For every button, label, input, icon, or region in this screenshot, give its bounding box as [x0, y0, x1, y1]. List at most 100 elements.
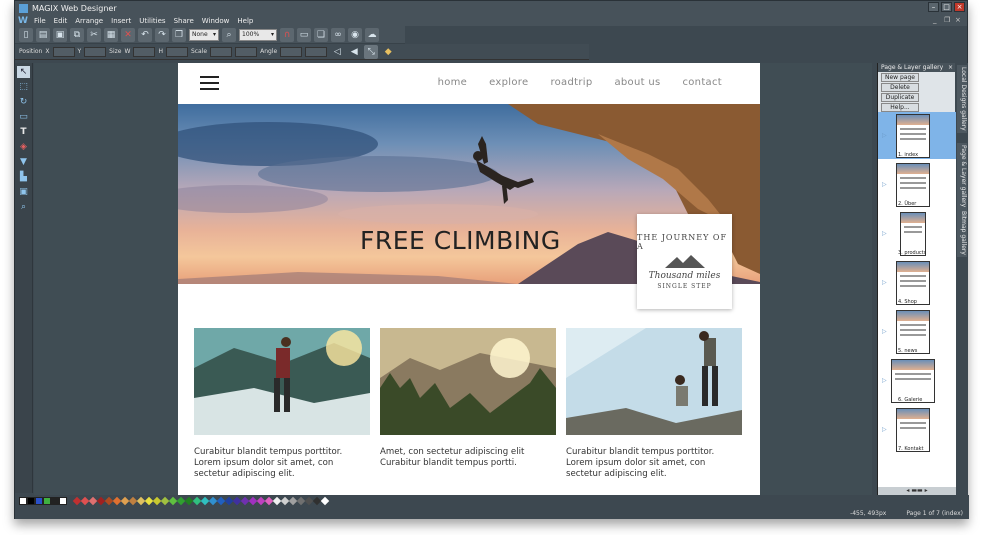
duplicate-icon[interactable]: ❐	[172, 27, 186, 42]
quality-select[interactable]: None ▾	[189, 28, 219, 41]
page-thumb-7[interactable]: ▷ 7. Kontakt	[878, 406, 956, 453]
x-field[interactable]	[52, 46, 75, 57]
tab-bitmap[interactable]: Bitmap gallery	[957, 209, 967, 257]
scale-w-field[interactable]	[210, 46, 233, 57]
nav-link-explore[interactable]: explore	[489, 77, 528, 88]
preview-icon[interactable]: ◉	[348, 27, 362, 42]
menu-insert[interactable]: Insert	[111, 17, 131, 25]
open-icon[interactable]: ▤	[36, 27, 50, 42]
gallery-close-icon[interactable]: ×	[948, 64, 953, 71]
link-icon[interactable]: ∞	[331, 27, 345, 42]
zoom-select[interactable]: 100% ▾	[239, 28, 277, 41]
y-field[interactable]	[84, 46, 107, 57]
color-palette[interactable]	[19, 496, 330, 506]
expand-arrow-icon[interactable]: ▷	[882, 426, 887, 433]
content-card-1[interactable]: Curabitur blandit tempus porttitor. Lore…	[194, 328, 370, 480]
tag-icon[interactable]: ◆	[381, 45, 395, 59]
magnet-icon[interactable]: ∩	[280, 27, 294, 42]
swatch-dark[interactable]	[51, 497, 59, 505]
page-thumb-4[interactable]: ▷ 4. Shop	[878, 259, 956, 306]
hero-title[interactable]: FREE CLIMBING	[360, 226, 561, 255]
zoom-tool-icon[interactable]: ⌕	[17, 201, 30, 213]
angle-field[interactable]	[280, 46, 303, 57]
expand-arrow-icon[interactable]: ▷	[882, 132, 887, 139]
scale-h-field[interactable]	[235, 46, 258, 57]
minimize-button[interactable]: –	[928, 2, 939, 12]
delete-page-button[interactable]: Delete	[881, 83, 919, 92]
doc-restore-icon[interactable]: ❐	[944, 16, 952, 24]
duplicate-page-button[interactable]: Duplicate	[881, 93, 919, 102]
delete-icon[interactable]: ✕	[121, 27, 135, 42]
y-label: Y	[77, 48, 82, 55]
swatch-green[interactable]	[43, 497, 51, 505]
cut-icon[interactable]: ✂	[87, 27, 101, 42]
menu-window[interactable]: Window	[202, 17, 230, 25]
web-page-canvas[interactable]: home explore roadtrip about us contact F…	[178, 63, 760, 495]
nav-link-roadtrip[interactable]: roadtrip	[550, 77, 592, 88]
nav-link-about-us[interactable]: about us	[614, 77, 660, 88]
undo-icon[interactable]: ↶	[138, 27, 152, 42]
page-thumb-3[interactable]: ▷ 3. products	[878, 210, 956, 257]
expand-arrow-icon[interactable]: ▷	[882, 230, 887, 237]
paste-icon[interactable]: ▦	[104, 27, 118, 42]
nav-link-contact[interactable]: contact	[682, 77, 722, 88]
flip-vertical-icon[interactable]: ◀	[347, 45, 361, 59]
skew-field[interactable]	[305, 46, 328, 57]
menu-arrange[interactable]: Arrange	[75, 17, 103, 25]
doc-minimize-icon[interactable]: _	[933, 16, 941, 24]
new-page-button[interactable]: New page	[881, 73, 919, 82]
width-field[interactable]	[133, 46, 156, 57]
no-color-swatch[interactable]	[19, 497, 27, 505]
page-settings-icon[interactable]: ▭	[297, 27, 311, 42]
new-document-icon[interactable]: ▯	[19, 27, 33, 42]
journey-badge[interactable]: THE JOURNEY OF A Thousand miles SINGLE S…	[637, 214, 732, 309]
content-card-3[interactable]: Curabitur blandit tempus porttitor. Lore…	[566, 328, 742, 480]
rotate-tool-icon[interactable]: ↻	[17, 96, 30, 108]
page-thumb-2[interactable]: ▷ 2. Über	[878, 161, 956, 208]
content-card-2[interactable]: Amet, con sectetur adipiscing elit Curab…	[380, 328, 556, 469]
close-button[interactable]: ×	[954, 2, 965, 12]
expand-arrow-icon[interactable]: ▷	[882, 328, 887, 335]
redo-icon[interactable]: ↷	[155, 27, 169, 42]
maximize-button[interactable]: □	[941, 2, 952, 12]
expand-arrow-icon[interactable]: ▷	[882, 377, 887, 384]
page-thumb-1[interactable]: ▷ 1. index	[878, 112, 956, 159]
photo-tool-icon[interactable]: ▣	[17, 186, 30, 198]
title-bar: MAGIX Web Designer – □ ×	[15, 1, 967, 15]
shadow-tool-icon[interactable]: ▙	[17, 171, 30, 183]
layers-icon[interactable]: ❏	[314, 27, 328, 42]
fill-tool-icon[interactable]: ◈	[17, 141, 30, 153]
menu-share[interactable]: Share	[174, 17, 194, 25]
transform-tool-icon[interactable]: ⬚	[17, 81, 30, 93]
menu-file[interactable]: File	[34, 17, 46, 25]
doc-close-icon[interactable]: ×	[955, 16, 963, 24]
swatch-white[interactable]	[59, 497, 67, 505]
publish-icon[interactable]: ☁	[365, 27, 379, 42]
selector-tool-icon[interactable]: ↖	[17, 66, 30, 78]
text-tool-icon[interactable]: T	[17, 126, 30, 138]
height-field[interactable]	[165, 46, 188, 57]
menu-edit[interactable]: Edit	[54, 17, 68, 25]
hamburger-menu-icon[interactable]	[200, 76, 219, 94]
page-thumb-5[interactable]: ▷ 5. news	[878, 308, 956, 355]
zoom-icon[interactable]: ⌕	[222, 27, 236, 42]
nav-link-home[interactable]: home	[438, 77, 468, 88]
help-button[interactable]: Help...	[881, 103, 919, 112]
save-icon[interactable]: ▣	[53, 27, 67, 42]
tab-page-layer[interactable]: Page & Layer gallery	[957, 143, 967, 210]
swatch-black[interactable]	[27, 497, 35, 505]
tab-local-designs[interactable]: Local Designs gallery	[957, 65, 967, 133]
copy-icon[interactable]: ⧉	[70, 27, 84, 42]
menu-help[interactable]: Help	[237, 17, 253, 25]
lock-aspect-icon[interactable]: ⤡	[364, 44, 379, 59]
gallery-scrollbar[interactable]: ◂ ▬▬ ▸	[878, 487, 956, 495]
menu-utilities[interactable]: Utilities	[139, 17, 165, 25]
transparency-tool-icon[interactable]: ▼	[17, 156, 30, 168]
expand-arrow-icon[interactable]: ▷	[882, 279, 887, 286]
gallery-side-tabs: Local Designs gallery Page & Layer galle…	[956, 63, 968, 495]
expand-arrow-icon[interactable]: ▷	[882, 181, 887, 188]
swatch-blue[interactable]	[35, 497, 43, 505]
page-thumb-6[interactable]: ▷ 6. Galerie	[878, 357, 956, 404]
flip-horizontal-icon[interactable]: ◁	[330, 45, 344, 59]
rectangle-tool-icon[interactable]: ▭	[17, 111, 30, 123]
